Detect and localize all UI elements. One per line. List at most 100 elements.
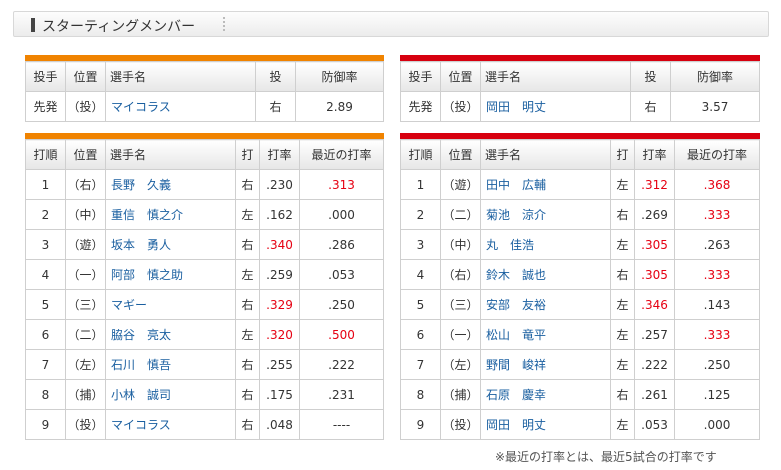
recent-average: .500 xyxy=(299,319,384,350)
pitcher-name-cell: 岡田 明丈 xyxy=(480,91,631,122)
batting-order: 5 xyxy=(400,289,441,320)
left-batting-table: 打順 位置 選手名 打 打率 最近の打率 1 （右） 長野 久義右 .230.313 2… xyxy=(25,139,384,440)
pitcher-role: 先発 xyxy=(400,91,441,122)
batter-name-link[interactable]: 重信 慎之介 xyxy=(111,208,183,222)
header-throws: 投 xyxy=(630,61,671,92)
batter-name-link[interactable]: マイコラス xyxy=(111,418,171,432)
batting-average: .305 xyxy=(634,259,675,290)
recent-average: .250 xyxy=(674,349,760,380)
batter-row: 8 （捕） 小林 誠司 右 .175.231 xyxy=(25,379,384,410)
batter-name-link[interactable]: マギー xyxy=(111,298,147,312)
recent-average: .125 xyxy=(674,379,760,410)
batter-name-link[interactable]: 阿部 慎之助 xyxy=(111,268,183,282)
pitcher-hand: 右 xyxy=(255,91,296,122)
batting-order: 2 xyxy=(400,199,441,230)
batter-name-link[interactable]: 石川 慎吾 xyxy=(111,358,171,372)
batter-hand: 左 xyxy=(610,349,635,380)
batting-order: 3 xyxy=(25,229,66,260)
batter-name-link[interactable]: 野間 峻祥 xyxy=(486,358,546,372)
batter-name-cell: 田中 広輔 xyxy=(480,169,611,200)
batter-position: （中） xyxy=(440,229,481,260)
batting-average: .222 xyxy=(634,349,675,380)
batter-name-cell: 重信 慎之介 xyxy=(105,199,236,230)
batter-hand: 右 xyxy=(235,409,260,440)
batter-name-link[interactable]: 安部 友裕 xyxy=(486,298,546,312)
pitcher-row: 先発 （投） 岡田 明丈 右 3.57 xyxy=(400,91,760,122)
batter-position: （一） xyxy=(440,319,481,350)
batting-header-row: 打順 位置 選手名 打 打率 最近の打率 xyxy=(400,139,760,170)
batter-name-link[interactable]: 坂本 勇人 xyxy=(111,238,171,252)
batter-name-link[interactable]: 小林 誠司 xyxy=(111,388,171,402)
batter-position: （捕） xyxy=(65,379,106,410)
right-pitcher-table: 投手 位置 選手名 投 防御率 先発 （投） 岡田 明丈 右 3.57 xyxy=(400,61,760,122)
batting-average: .269 xyxy=(634,199,675,230)
batter-hand: 左 xyxy=(610,289,635,320)
batter-name-link[interactable]: 石原 慶幸 xyxy=(486,388,546,402)
batter-name-link[interactable]: 丸 佳浩 xyxy=(486,238,534,252)
batter-position: （三） xyxy=(440,289,481,320)
batter-name-link[interactable]: 田中 広輔 xyxy=(486,178,546,192)
footnote: ※最近の打率とは、最近5試合の打率です xyxy=(495,450,717,464)
batter-name-link[interactable]: 菊池 涼介 xyxy=(486,208,546,222)
batter-row: 6 （二） 脇谷 亮太 左 .320.500 xyxy=(25,319,384,350)
header-position: 位置 xyxy=(440,61,481,92)
batting-average: .320 xyxy=(259,319,300,350)
batter-hand: 右 xyxy=(235,169,260,200)
batter-name-cell: 野間 峻祥 xyxy=(480,349,611,380)
batting-average: .230 xyxy=(259,169,300,200)
pitcher-position: （投） xyxy=(65,91,106,122)
pitcher-header-row: 投手 位置 選手名 投 防御率 xyxy=(25,61,384,92)
header-player-name: 選手名 xyxy=(480,61,631,92)
pitcher-role: 先発 xyxy=(25,91,66,122)
right-pitcher-panel: 投手 位置 選手名 投 防御率 先発 （投） 岡田 明丈 右 3.57 xyxy=(400,55,760,122)
batting-order: 6 xyxy=(25,319,66,350)
recent-average: .333 xyxy=(674,259,760,290)
recent-average: .333 xyxy=(674,199,760,230)
batter-name-link[interactable]: 鈴木 誠也 xyxy=(486,268,546,282)
batter-position: （左） xyxy=(440,349,481,380)
right-batting-panel: 打順 位置 選手名 打 打率 最近の打率 1 （遊） 田中 広輔左 .312.368 2… xyxy=(400,133,760,440)
batter-name-link[interactable]: 長野 久義 xyxy=(111,178,171,192)
batter-row: 3 （中） 丸 佳浩 左 .305.263 xyxy=(400,229,760,260)
recent-average: .000 xyxy=(299,199,384,230)
batter-row: 1 （右） 長野 久義 右 .230.313 xyxy=(25,169,384,200)
batter-position: （投） xyxy=(65,409,106,440)
batting-average: .257 xyxy=(634,319,675,350)
pitcher-era: 3.57 xyxy=(670,91,760,122)
header-era: 防御率 xyxy=(670,61,760,92)
batting-average: .346 xyxy=(634,289,675,320)
header-position: 位置 xyxy=(65,61,106,92)
batting-average: .305 xyxy=(634,229,675,260)
recent-average: .333 xyxy=(674,319,760,350)
batting-header-row: 打順 位置 選手名 打 打率 最近の打率 xyxy=(25,139,384,170)
batting-order: 1 xyxy=(25,169,66,200)
batter-name-cell: 松山 竜平 xyxy=(480,319,611,350)
left-pitcher-table: 投手 位置 選手名 投 防御率 先発 （投） マイコラス 右 2.89 xyxy=(25,61,384,122)
batting-average: .261 xyxy=(634,379,675,410)
batter-hand: 右 xyxy=(235,379,260,410)
batting-order: 4 xyxy=(400,259,441,290)
recent-average: ---- xyxy=(299,409,384,440)
batter-name-cell: 岡田 明丈 xyxy=(480,409,611,440)
batting-average: .162 xyxy=(259,199,300,230)
batter-name-link[interactable]: 岡田 明丈 xyxy=(486,418,546,432)
batter-row: 4 （右） 鈴木 誠也 右 .305.333 xyxy=(400,259,760,290)
batter-row: 8 （捕） 石原 慶幸 右 .261.125 xyxy=(400,379,760,410)
pitcher-name-link[interactable]: マイコラス xyxy=(111,100,171,114)
section-divider xyxy=(223,17,225,32)
pitcher-name-link[interactable]: 岡田 明丈 xyxy=(486,100,546,114)
pitcher-header-row: 投手 位置 選手名 投 防御率 xyxy=(400,61,760,92)
header-average: 打率 xyxy=(634,139,675,170)
batter-name-cell: マギー xyxy=(105,289,236,320)
batter-name-link[interactable]: 松山 竜平 xyxy=(486,328,546,342)
batter-name-cell: 安部 友裕 xyxy=(480,289,611,320)
batting-order: 2 xyxy=(25,199,66,230)
batter-name-link[interactable]: 脇谷 亮太 xyxy=(111,328,171,342)
header-bats: 打 xyxy=(610,139,635,170)
batting-order: 8 xyxy=(400,379,441,410)
recent-average: .368 xyxy=(674,169,760,200)
batter-name-cell: マイコラス xyxy=(105,409,236,440)
batter-row: 5 （三） 安部 友裕 左 .346.143 xyxy=(400,289,760,320)
batter-position: （投） xyxy=(440,409,481,440)
batter-name-cell: 脇谷 亮太 xyxy=(105,319,236,350)
